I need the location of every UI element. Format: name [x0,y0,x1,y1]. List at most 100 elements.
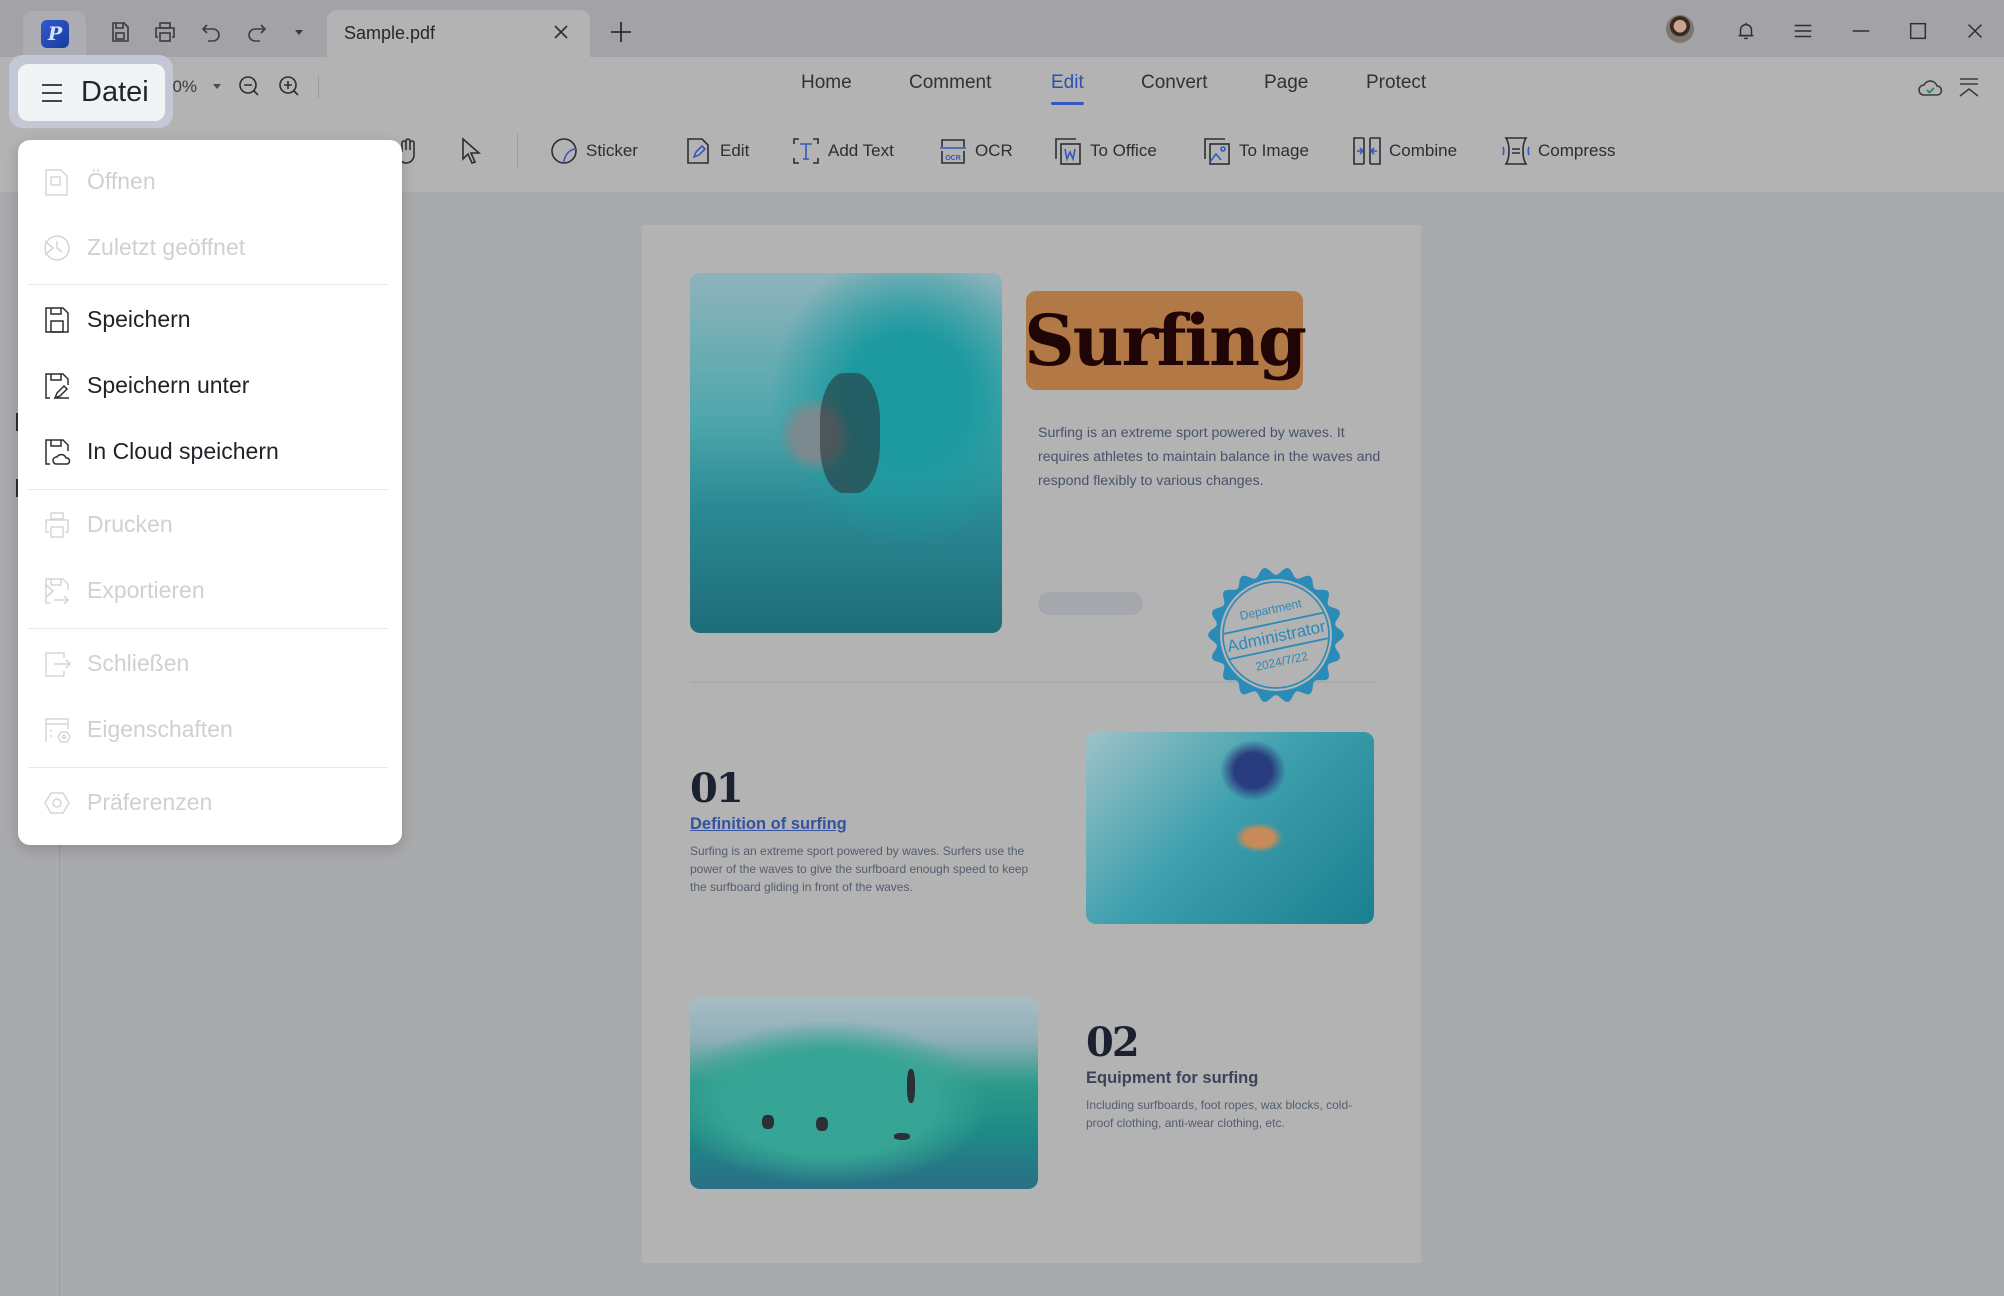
menu-item-label: Eigenschaften [87,716,233,742]
ocr-icon: OCR [940,139,966,164]
title-bar: P Sample.pdf [0,0,2004,57]
surfer-on-board-photo [1086,732,1374,924]
to-image-button[interactable]: To Image [1201,133,1309,169]
to-office-button[interactable]: To Office [1052,133,1157,169]
add-text-icon [793,138,819,164]
select-tool[interactable] [455,133,487,169]
maximize-icon[interactable] [1901,14,1935,48]
tab-edit[interactable]: Edit [1051,72,1084,94]
menu-item-save[interactable]: Speichern [18,290,402,350]
menu-item-properties[interactable]: Eigenschaften [18,700,402,760]
tab-convert[interactable]: Convert [1141,72,1208,94]
surfer-in-barrel-photo [690,273,1002,633]
avatar[interactable] [1666,15,1694,43]
minimize-icon[interactable] [1844,14,1878,48]
menu-divider [28,628,388,629]
menu-divider [28,284,388,285]
preferences-icon [44,792,70,814]
tab-protect[interactable]: Protect [1366,72,1426,94]
to-image-label: To Image [1239,141,1309,160]
active-tab-indicator [1051,102,1084,105]
menu-item-save-to-cloud[interactable]: In Cloud speichern [18,422,402,482]
to-image-icon [1204,138,1230,165]
collapse-ribbon-icon[interactable] [1955,74,1983,102]
combine-button[interactable]: Combine [1351,133,1457,169]
close-tab-icon[interactable] [550,21,572,43]
edit-label: Edit [720,141,750,160]
file-menu-button[interactable]: Datei [18,64,165,121]
compress-button[interactable]: Compress [1500,133,1615,169]
ocr-label: OCR [975,141,1013,160]
menu-item-label: Schließen [87,650,190,676]
save-icon[interactable] [106,18,134,46]
menu-item-save-as[interactable]: Speichern unter [18,356,402,416]
print-icon[interactable] [151,18,179,46]
app-logo-tab[interactable]: P [23,11,86,57]
sticker-icon [551,138,577,164]
chevron-right-icon [44,583,55,599]
close-file-icon [45,652,72,677]
file-menu: Öffnen Zuletzt geöffnet Speichern Speich… [18,140,402,845]
section-heading: Equipment for surfing [1086,1069,1259,1087]
approval-stamp[interactable]: Department Administrator 2024/7/22 [1204,563,1348,707]
combine-label: Combine [1389,141,1458,160]
sticker-label: Sticker [586,141,638,160]
zoom-out-icon[interactable] [236,73,262,99]
redo-icon[interactable] [243,18,271,46]
new-tab-icon[interactable] [607,18,635,46]
tab-sample-pdf[interactable]: Sample.pdf [327,10,590,57]
cloud-sync-icon[interactable] [1916,74,1944,102]
quick-access-dropdown-icon[interactable] [285,18,313,46]
add-text-button[interactable]: Add Text [790,133,894,169]
menu-item-label: Präferenzen [87,789,213,815]
chevron-right-icon [44,240,55,256]
file-menu-label: Datei [81,76,149,108]
compress-icon [1502,137,1530,165]
menu-item-label: Speichern [87,306,191,332]
undo-icon[interactable] [197,18,225,46]
compress-label: Compress [1538,141,1616,160]
menu-item-print[interactable]: Drucken [18,495,402,555]
menu-item-label: Drucken [87,511,173,537]
ocr-button[interactable]: OCR OCR [937,133,1013,169]
edit-button[interactable]: Edit [682,133,749,169]
intro-paragraph: Surfing is an extreme sport powered by w… [1038,425,1381,489]
menu-item-label: Zuletzt geöffnet [87,234,246,260]
tab-comment[interactable]: Comment [909,72,991,94]
sticker-button[interactable]: Sticker [548,133,638,169]
save-as-icon [45,373,69,400]
menu-item-preferences[interactable]: Präferenzen [18,773,402,833]
menu-item-label: In Cloud speichern [87,438,279,464]
menu-item-export[interactable]: Exportieren [18,561,402,621]
section-heading-link[interactable]: Definition of surfing [690,815,847,834]
menu-item-close[interactable]: Schließen [18,634,402,694]
pdf-page: Surfing Surfing is an extreme sport powe… [642,225,1421,1263]
combine-icon [1353,137,1381,165]
save-icon [45,307,69,333]
menu-item-label: Exportieren [87,577,205,603]
tab-page[interactable]: Page [1264,72,1308,94]
section-number: 01 [690,765,744,812]
close-window-icon[interactable] [1958,14,1992,48]
menu-divider [28,767,388,768]
title-banner: Surfing [1024,291,1307,390]
section-number: 02 [1086,1019,1140,1066]
open-icon [45,169,68,196]
hamburger-icon [42,84,62,102]
menu-icon[interactable] [1786,14,1820,48]
svg-text:OCR: OCR [945,155,961,162]
zoom-in-icon[interactable] [276,73,302,99]
bell-icon[interactable] [1729,14,1763,48]
zoom-dropdown-icon[interactable] [213,84,221,89]
print-icon [45,512,69,538]
tab-home[interactable]: Home [801,72,852,94]
toolbar-divider [318,76,319,98]
menu-item-open[interactable]: Öffnen [18,152,402,212]
to-office-label: To Office [1090,141,1157,160]
cursor-icon [462,137,482,164]
menu-item-recent[interactable]: Zuletzt geöffnet [18,218,402,278]
menu-divider [28,489,388,490]
toolbar-divider [517,134,518,168]
placeholder-pill [1038,592,1143,615]
add-text-label: Add Text [828,141,894,160]
